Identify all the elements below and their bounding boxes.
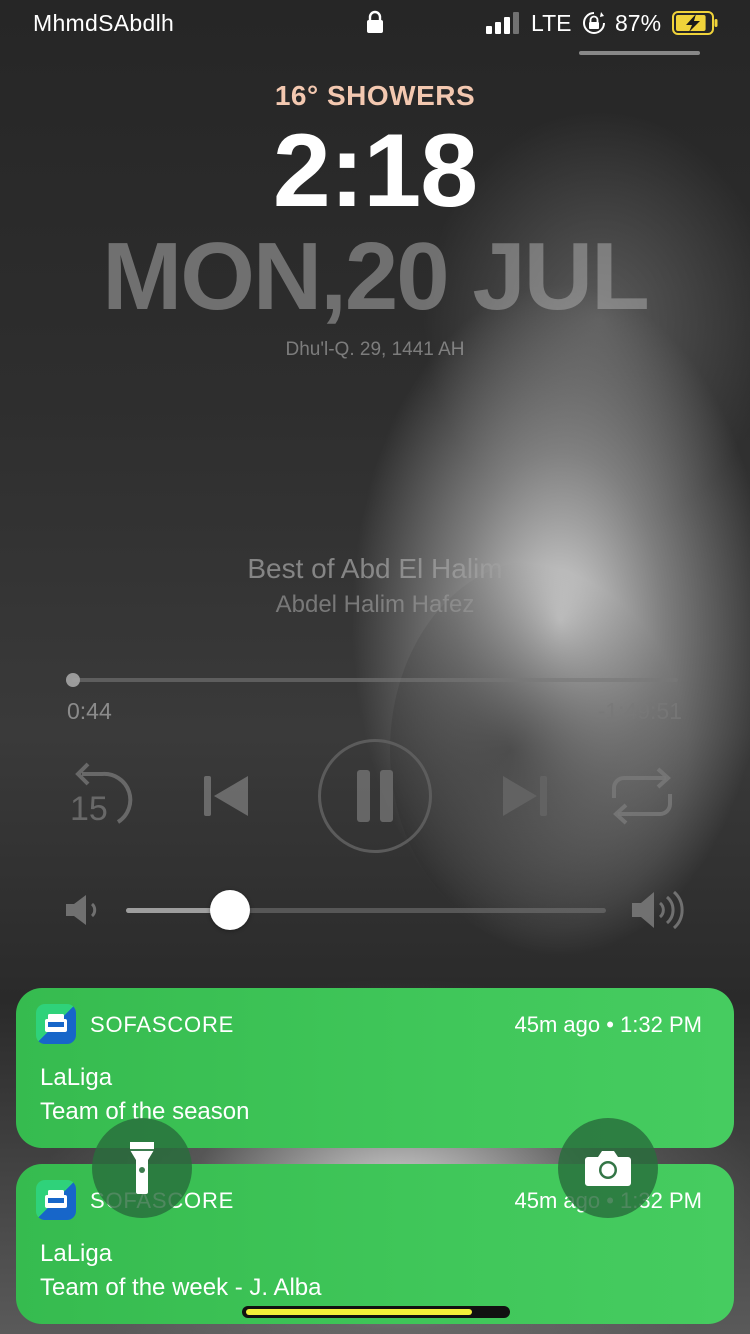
hijri-date: Dhu'l-Q. 29, 1441 AH [285,339,465,360]
volume-slider[interactable] [126,908,606,913]
weather-label: 16° SHOWERS [274,80,476,111]
rotation-lock-icon [583,12,605,34]
lockscreen-date: MON,20 JUL [102,223,649,330]
battery-charging-icon [672,11,718,35]
volume-high-icon [632,890,684,930]
lockscreen-time: 2:18 [272,113,478,229]
repeat-button[interactable] [604,764,680,828]
status-bar: MhmdSAbdlh LTE 87% [0,0,750,55]
remaining-time: -1:49:51 [597,698,682,724]
sofascore-app-icon [36,1004,76,1044]
pause-button[interactable] [318,739,432,853]
flashlight-button[interactable] [92,1118,192,1218]
playback-scrubber[interactable] [66,673,80,687]
camera-button[interactable] [558,1118,658,1218]
volume-slider-knob[interactable] [210,890,250,930]
camera-icon [585,1151,631,1186]
playback-progress-bar[interactable] [72,678,678,682]
notification-title: LaLiga [40,1064,113,1091]
sofascore-app-icon [36,1180,76,1220]
skip-back-seconds: 15 [70,790,108,828]
status-bar-indicator [579,51,700,55]
next-track-icon [503,776,547,816]
notification-time: 45m ago • 1:32 PM [514,1012,702,1037]
track-title: Best of Abd El Halim [247,553,503,584]
signal-icon [486,12,519,34]
previous-track-button[interactable] [198,768,254,824]
previous-track-icon [204,776,248,816]
carrier-name: MhmdSAbdlh [33,10,175,36]
home-indicator[interactable] [242,1306,510,1318]
skip-back-15-button[interactable]: 15 [66,760,146,832]
elapsed-time: 0:44 [67,698,112,724]
notification-title: LaLiga [40,1240,113,1267]
battery-percent: 87% [615,10,662,36]
pause-icon [357,770,393,822]
next-track-button[interactable] [497,768,553,824]
flashlight-icon [130,1142,154,1194]
notification-app-name: SOFASCORE [90,1012,235,1037]
repeat-icon [612,767,672,825]
home-indicator-bar [246,1309,472,1315]
notification-body: Team of the week - J. Alba [40,1274,322,1301]
track-artist: Abdel Halim Hafez [275,591,475,618]
volume-low-icon [66,895,97,925]
lock-icon [367,10,383,33]
network-type: LTE [531,10,572,36]
